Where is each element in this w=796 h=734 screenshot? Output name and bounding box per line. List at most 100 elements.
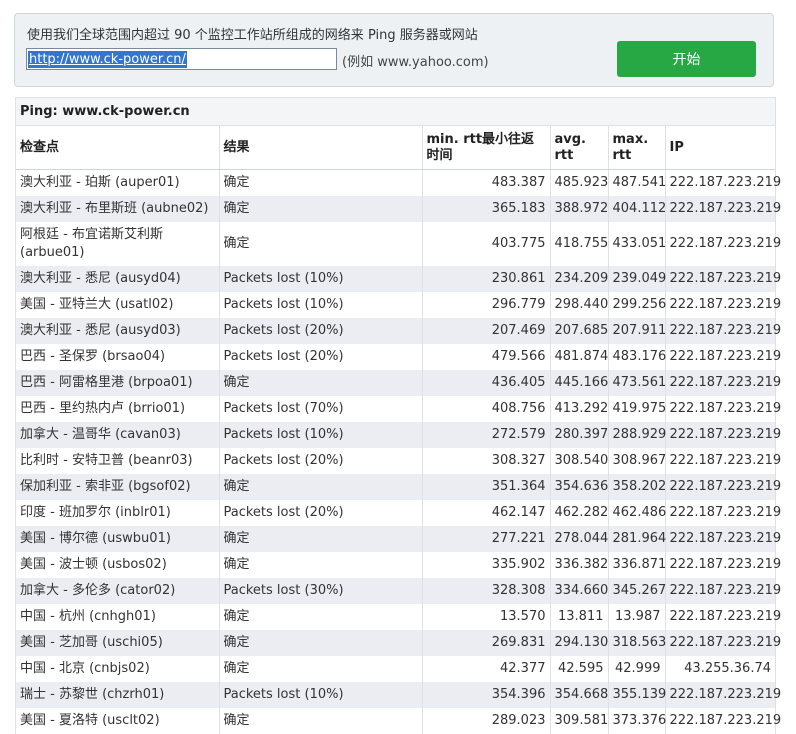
- cell-result: Packets lost (10%): [219, 682, 422, 708]
- cell-result: 确定: [219, 474, 422, 500]
- cell-max-rtt: 42.999: [608, 656, 665, 682]
- cell-checkpoint: 巴西 - 里约热内卢 (brrio01): [16, 396, 219, 422]
- table-row: 美国 - 波士顿 (usbos02)确定335.902336.382336.87…: [16, 552, 775, 578]
- cell-avg-rtt: 334.660: [550, 578, 608, 604]
- cell-min-rtt: 230.861: [422, 266, 550, 292]
- cell-checkpoint: 巴西 - 阿雷格里港 (brpoa01): [16, 370, 219, 396]
- cell-result: Packets lost (20%): [219, 448, 422, 474]
- cell-checkpoint: 澳大利亚 - 布里斯班 (aubne02): [16, 196, 219, 222]
- cell-avg-rtt: 13.811: [550, 604, 608, 630]
- cell-max-rtt: 373.376: [608, 708, 665, 734]
- cell-checkpoint: 美国 - 波士顿 (usbos02): [16, 552, 219, 578]
- cell-avg-rtt: 308.540: [550, 448, 608, 474]
- cell-checkpoint: 美国 - 芝加哥 (uschi05): [16, 630, 219, 656]
- column-header-min-rtt: min. rtt最小往返时间: [422, 126, 550, 170]
- table-row: 美国 - 亚特兰大 (usatl02)Packets lost (10%)296…: [16, 292, 775, 318]
- cell-min-rtt: 272.579: [422, 422, 550, 448]
- table-row: 美国 - 芝加哥 (uschi05)确定269.831294.130318.56…: [16, 630, 775, 656]
- cell-max-rtt: 358.202: [608, 474, 665, 500]
- cell-max-rtt: 355.139: [608, 682, 665, 708]
- cell-checkpoint: 巴西 - 圣保罗 (brsao04): [16, 344, 219, 370]
- cell-max-rtt: 433.051: [608, 222, 665, 266]
- cell-result: Packets lost (30%): [219, 578, 422, 604]
- cell-ip: 222.187.223.219: [665, 630, 775, 656]
- table-row: 瑞士 - 苏黎世 (chzrh01)Packets lost (10%)354.…: [16, 682, 775, 708]
- cell-min-rtt: 408.756: [422, 396, 550, 422]
- cell-avg-rtt: 485.923: [550, 170, 608, 197]
- cell-result: 确定: [219, 604, 422, 630]
- cell-min-rtt: 483.387: [422, 170, 550, 197]
- cell-ip: 222.187.223.219: [665, 396, 775, 422]
- cell-ip: 222.187.223.219: [665, 170, 775, 197]
- cell-ip: 222.187.223.219: [665, 344, 775, 370]
- table-row: 美国 - 夏洛特 (usclt02)确定289.023309.581373.37…: [16, 708, 775, 734]
- cell-ip: 222.187.223.219: [665, 552, 775, 578]
- form-description: 使用我们全球范围内超过 90 个监控工作站所组成的网络来 Ping 服务器或网站: [27, 24, 478, 43]
- cell-checkpoint: 澳大利亚 - 悉尼 (ausyd04): [16, 266, 219, 292]
- cell-result: 确定: [219, 708, 422, 734]
- cell-result: Packets lost (10%): [219, 266, 422, 292]
- cell-result: Packets lost (20%): [219, 318, 422, 344]
- cell-min-rtt: 296.779: [422, 292, 550, 318]
- ping-form-panel: 使用我们全球范围内超过 90 个监控工作站所组成的网络来 Ping 服务器或网站…: [14, 13, 774, 87]
- cell-avg-rtt: 309.581: [550, 708, 608, 734]
- cell-checkpoint: 加拿大 - 温哥华 (cavan03): [16, 422, 219, 448]
- cell-max-rtt: 308.967: [608, 448, 665, 474]
- cell-min-rtt: 328.308: [422, 578, 550, 604]
- cell-min-rtt: 436.405: [422, 370, 550, 396]
- cell-ip: 222.187.223.219: [665, 448, 775, 474]
- table-row: 加拿大 - 温哥华 (cavan03)Packets lost (10%)272…: [16, 422, 775, 448]
- cell-avg-rtt: 207.685: [550, 318, 608, 344]
- cell-max-rtt: 473.561: [608, 370, 665, 396]
- cell-checkpoint: 比利时 - 安特卫普 (beanr03): [16, 448, 219, 474]
- cell-ip: 222.187.223.219: [665, 604, 775, 630]
- cell-checkpoint: 印度 - 班加罗尔 (inblr01): [16, 500, 219, 526]
- cell-max-rtt: 207.911: [608, 318, 665, 344]
- cell-avg-rtt: 294.130: [550, 630, 608, 656]
- cell-checkpoint: 美国 - 博尔德 (uswbu01): [16, 526, 219, 552]
- cell-min-rtt: 277.221: [422, 526, 550, 552]
- cell-min-rtt: 207.469: [422, 318, 550, 344]
- cell-max-rtt: 299.256: [608, 292, 665, 318]
- table-row: 保加利亚 - 索非亚 (bgsof02)确定351.364354.636358.…: [16, 474, 775, 500]
- cell-max-rtt: 288.929: [608, 422, 665, 448]
- cell-min-rtt: 479.566: [422, 344, 550, 370]
- cell-max-rtt: 318.563: [608, 630, 665, 656]
- cell-min-rtt: 269.831: [422, 630, 550, 656]
- cell-min-rtt: 308.327: [422, 448, 550, 474]
- cell-result: Packets lost (10%): [219, 292, 422, 318]
- table-row: 中国 - 北京 (cnbjs02)确定42.37742.59542.99943.…: [16, 656, 775, 682]
- table-row: 澳大利亚 - 悉尼 (ausyd04)Packets lost (10%)230…: [16, 266, 775, 292]
- cell-max-rtt: 13.987: [608, 604, 665, 630]
- cell-ip: 222.187.223.219: [665, 500, 775, 526]
- cell-min-rtt: 403.775: [422, 222, 550, 266]
- input-example-hint: (例如 www.yahoo.com): [342, 51, 489, 70]
- cell-checkpoint: 美国 - 亚特兰大 (usatl02): [16, 292, 219, 318]
- table-row: 澳大利亚 - 悉尼 (ausyd03)Packets lost (20%)207…: [16, 318, 775, 344]
- results-title: Ping: www.ck-power.cn: [16, 98, 775, 126]
- cell-avg-rtt: 418.755: [550, 222, 608, 266]
- cell-ip: 222.187.223.219: [665, 370, 775, 396]
- cell-checkpoint: 中国 - 北京 (cnbjs02): [16, 656, 219, 682]
- cell-max-rtt: 404.112: [608, 196, 665, 222]
- cell-max-rtt: 336.871: [608, 552, 665, 578]
- cell-avg-rtt: 413.292: [550, 396, 608, 422]
- cell-ip: 222.187.223.219: [665, 526, 775, 552]
- table-row: 澳大利亚 - 珀斯 (auper01)确定483.387485.923487.5…: [16, 170, 775, 197]
- table-row: 澳大利亚 - 布里斯班 (aubne02)确定365.183388.972404…: [16, 196, 775, 222]
- cell-avg-rtt: 278.044: [550, 526, 608, 552]
- cell-result: 确定: [219, 552, 422, 578]
- cell-checkpoint: 中国 - 杭州 (cnhgh01): [16, 604, 219, 630]
- cell-result: Packets lost (10%): [219, 422, 422, 448]
- start-button[interactable]: 开始: [617, 41, 756, 77]
- url-input[interactable]: [26, 48, 337, 70]
- cell-ip: 43.255.36.74: [665, 656, 775, 682]
- cell-avg-rtt: 354.668: [550, 682, 608, 708]
- cell-checkpoint: 阿根廷 - 布宜诺斯艾利斯 (arbue01): [16, 222, 219, 266]
- cell-avg-rtt: 481.874: [550, 344, 608, 370]
- cell-max-rtt: 239.049: [608, 266, 665, 292]
- cell-min-rtt: 462.147: [422, 500, 550, 526]
- cell-ip: 222.187.223.219: [665, 578, 775, 604]
- cell-result: 确定: [219, 222, 422, 266]
- table-row: 印度 - 班加罗尔 (inblr01)Packets lost (20%)462…: [16, 500, 775, 526]
